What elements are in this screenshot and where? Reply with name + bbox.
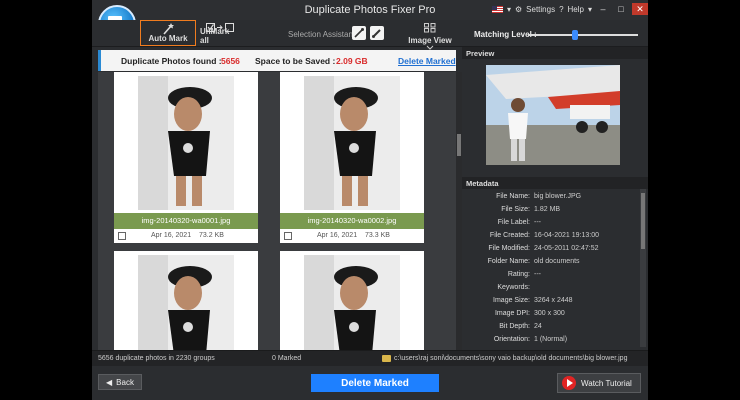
auto-mark-label: Auto Mark [148, 34, 188, 43]
space-saved-value: 2.09 GB [336, 56, 368, 66]
selection-assistant-brush-button[interactable] [370, 26, 384, 40]
duplicates-info-bar: Duplicate Photos found : 5656 Space to b… [98, 50, 456, 71]
photo-card[interactable] [280, 251, 424, 350]
flag-icon[interactable] [491, 5, 503, 13]
photo-card[interactable]: img-20140320-wa0001.jpg Apr 16, 2021 73.… [114, 72, 258, 243]
photo-thumbnail[interactable] [304, 76, 400, 210]
matching-level-slider[interactable] [528, 30, 638, 40]
photo-card[interactable] [114, 251, 258, 350]
metadata-scroll-thumb[interactable] [641, 193, 645, 249]
gear-icon: ⚙ [515, 4, 523, 14]
grid-view-icon [424, 23, 436, 33]
metadata-key: File Created: [489, 232, 530, 239]
metadata-value: 1 (Normal) [534, 336, 568, 343]
metadata-key: Bit Depth: [499, 323, 530, 330]
unmark-checkbox-icon [206, 23, 234, 32]
language-dropdown-icon[interactable]: ▾ [507, 5, 511, 14]
title-bar-controls: ▾ ⚙ Settings ? Help ▾ – □ ✕ [488, 0, 648, 18]
photo-date: Apr 16, 2021 [151, 232, 192, 239]
duplicates-found-label: Duplicate Photos found : [121, 56, 222, 66]
photo-thumbnail[interactable] [138, 255, 234, 350]
preview-image[interactable] [486, 65, 620, 165]
help-menu[interactable]: Help [568, 5, 584, 14]
help-dropdown-icon[interactable]: ▾ [588, 5, 592, 14]
metadata-value: --- [534, 219, 541, 226]
unmark-all-button[interactable]: UnMark all [200, 22, 240, 46]
metadata-value: 3264 x 2448 [534, 297, 573, 304]
metadata-key: File Modified: [488, 245, 530, 252]
photo-checkbox[interactable] [284, 232, 292, 240]
photo-meta: Apr 16, 2021 73.2 KB [114, 229, 258, 243]
photo-size: 73.2 KB [199, 232, 224, 239]
duplicates-found-count: 5656 [221, 56, 240, 66]
back-button[interactable]: ◀ Back [98, 374, 142, 390]
photo-thumbnail[interactable] [304, 255, 400, 350]
selection-assistant-label: Selection Assistant [288, 30, 356, 39]
minimize-button[interactable]: – [596, 3, 610, 15]
maximize-button[interactable]: □ [614, 3, 628, 15]
metadata-key: File Size: [501, 206, 530, 213]
metadata-key: Keywords: [497, 284, 530, 291]
bottom-bar: ◀ Back Delete Marked Watch Tutorial [92, 366, 648, 400]
metadata-value: old documents [534, 258, 580, 265]
selection-assistant-wand-button[interactable] [352, 26, 366, 40]
metadata-value: 24 [534, 323, 542, 330]
metadata-value: 16-04-2021 19:13:00 [534, 232, 599, 239]
metadata-scrollbar[interactable] [640, 189, 646, 347]
metadata-value: big blower.JPG [534, 193, 582, 200]
status-bar: 5656 duplicate photos in 2230 groups 0 M… [92, 350, 648, 366]
wand-icon [354, 28, 364, 38]
metadata-key: Folder Name: [487, 258, 530, 265]
metadata-value: 1.82 MB [534, 206, 561, 213]
help-icon: ? [559, 4, 564, 14]
photo-grid: img-20140320-wa0001.jpg Apr 16, 2021 73.… [98, 72, 456, 350]
metadata-key: Image Size: [493, 297, 530, 304]
close-button[interactable]: ✕ [632, 3, 648, 15]
side-panel: Preview Metadata File Name: big blower.JP… [462, 47, 648, 350]
auto-mark-button[interactable]: Auto Mark [140, 20, 196, 46]
photo-thumbnail[interactable] [138, 76, 234, 210]
photo-filename: img-20140320-wa0001.jpg [114, 213, 258, 229]
brush-icon [372, 29, 381, 38]
space-saved-label: Space to be Saved : [255, 56, 336, 66]
back-label: Back [116, 377, 134, 387]
metadata-key: File Label: [497, 219, 530, 226]
photo-date: Apr 16, 2021 [317, 232, 358, 239]
groups-summary: 5656 duplicate photos in 2230 groups [98, 355, 215, 362]
metadata-header: Metadata [462, 177, 648, 189]
image-view-button[interactable]: Image View [408, 22, 452, 50]
metadata-key: File Name: [496, 193, 530, 200]
folder-icon [382, 355, 391, 362]
photo-grid-scroll-thumb[interactable] [457, 134, 461, 156]
delete-marked-button[interactable]: Delete Marked [311, 374, 439, 392]
photo-filename: img-20140320-wa0002.jpg [280, 213, 424, 229]
back-arrow-icon: ◀ [106, 377, 113, 387]
metadata-key: Rating: [507, 271, 530, 278]
metadata-key: Image DPI: [494, 310, 530, 317]
preview-header: Preview [462, 47, 648, 59]
delete-marked-link[interactable]: Delete Marked [398, 56, 456, 66]
toolbar: Auto Mark UnMark all Selection Assistant [92, 20, 648, 50]
play-icon [562, 376, 576, 390]
watch-tutorial-label: Watch Tutorial [581, 378, 632, 388]
image-view-label: Image View [408, 36, 452, 45]
photo-meta: Apr 16, 2021 73.3 KB [280, 229, 424, 243]
metadata-key: Orientation: [493, 336, 530, 343]
metadata-value: --- [534, 271, 541, 278]
file-path: c:\users\raj soni\documents\sony vaio ba… [394, 355, 628, 362]
watch-tutorial-button[interactable]: Watch Tutorial [557, 373, 641, 393]
photo-size: 73.3 KB [365, 232, 390, 239]
title-bar: Duplicate Photos Fixer Pro ▾ ⚙ Settings … [92, 0, 648, 20]
matching-level-slider-thumb[interactable] [572, 30, 578, 40]
photo-checkbox[interactable] [118, 232, 126, 240]
metadata-value: 300 x 300 [534, 310, 565, 317]
settings-menu[interactable]: Settings [526, 5, 555, 14]
magic-wand-icon [163, 23, 174, 35]
marked-count: 0 Marked [272, 355, 302, 362]
app-window: Duplicate Photos Fixer Pro ▾ ⚙ Settings … [92, 0, 648, 400]
metadata-value: 24-05-2011 02:47:52 [534, 245, 599, 252]
photo-card[interactable]: img-20140320-wa0002.jpg Apr 16, 2021 73.… [280, 72, 424, 243]
